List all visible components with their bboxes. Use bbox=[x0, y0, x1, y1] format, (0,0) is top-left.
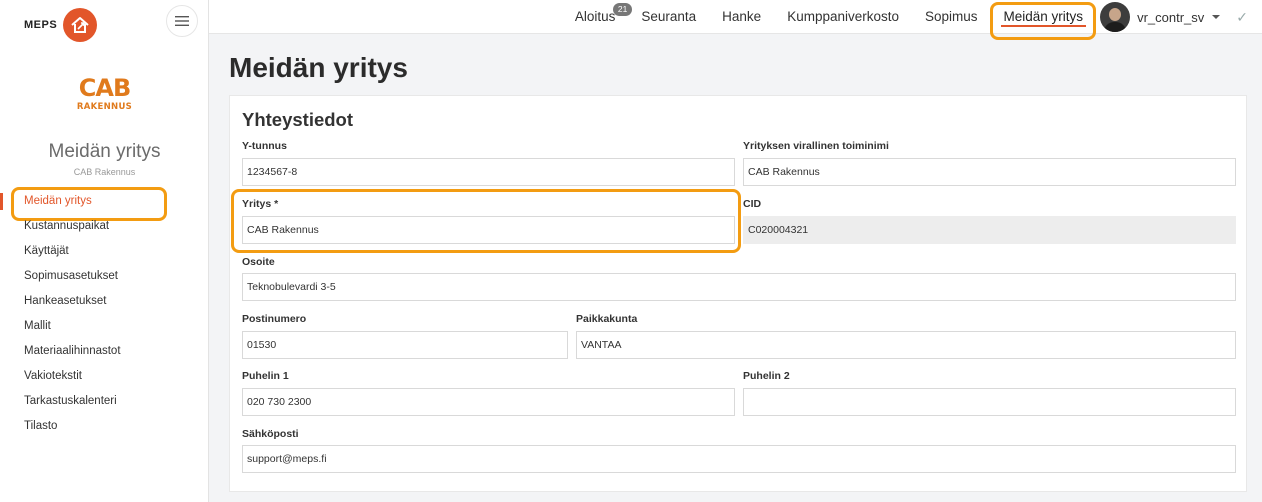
tab-hanke[interactable]: Hanke bbox=[709, 0, 774, 34]
sidebar-item-hankeasetukset[interactable]: Hankeasetukset bbox=[0, 289, 209, 314]
tab-aloitus[interactable]: Aloitus 21 bbox=[562, 0, 633, 34]
sidebar-item-kayttajat[interactable]: Käyttäjät bbox=[0, 239, 209, 264]
official-name-label: Yrityksen virallinen toiminimi bbox=[743, 140, 889, 152]
brand-name: MEPS bbox=[24, 19, 58, 31]
company-input[interactable]: CAB Rakennus bbox=[242, 216, 735, 244]
hamburger-icon bbox=[175, 16, 189, 26]
tab-label: Aloitus bbox=[574, 9, 616, 24]
contact-info-card: Yhteystiedot Y-tunnus 1234567-8 Yritykse… bbox=[229, 95, 1247, 492]
sidebar-item-materiaalihinnastot[interactable]: Materiaalihinnastot bbox=[0, 339, 209, 364]
sidebar-item-meidan-yritys[interactable]: Meidän yritys bbox=[0, 187, 209, 221]
email-label: Sähköposti bbox=[242, 428, 299, 440]
official-name-input[interactable]: CAB Rakennus bbox=[743, 158, 1236, 186]
email-input[interactable]: support@meps.fi bbox=[242, 445, 1236, 473]
phone2-input[interactable] bbox=[743, 388, 1236, 416]
username: vr_contr_sv bbox=[1137, 9, 1205, 25]
menu-toggle-button[interactable] bbox=[166, 5, 198, 37]
company-logo: CAB RAKENNUS bbox=[0, 76, 209, 112]
avatar bbox=[1100, 2, 1131, 32]
section-title: Yhteystiedot bbox=[242, 109, 354, 130]
address-label: Osoite bbox=[242, 256, 275, 268]
sidebar-item-vakiotekstit[interactable]: Vakiotekstit bbox=[0, 364, 209, 389]
city-input[interactable]: VANTAA bbox=[576, 331, 1236, 359]
phone1-input[interactable]: 020 730 2300 bbox=[242, 388, 735, 416]
meps-logo-icon bbox=[63, 8, 98, 42]
sidebar-title: Meidän yritys bbox=[48, 141, 161, 162]
tab-meidan-yritys[interactable]: Meidän yritys bbox=[989, 0, 1097, 40]
company-logo-line2: RAKENNUS bbox=[76, 102, 133, 112]
tab-seuranta[interactable]: Seuranta bbox=[628, 0, 709, 34]
top-bar: Aloitus 21 Seuranta Hanke Kumppaniverkos… bbox=[209, 0, 1262, 40]
phone1-label: Puhelin 1 bbox=[242, 370, 289, 382]
postal-code-label: Postinumero bbox=[242, 313, 307, 325]
check-icon[interactable]: ✓ bbox=[1236, 9, 1248, 26]
sidebar-item-mallit[interactable]: Mallit bbox=[0, 314, 209, 339]
cid-label: CID bbox=[743, 198, 762, 210]
company-label: Yritys * bbox=[242, 198, 279, 210]
y-tunnus-label: Y-tunnus bbox=[242, 140, 287, 152]
y-tunnus-input[interactable]: 1234567-8 bbox=[242, 158, 735, 186]
sidebar: MEPS CAB RAKENNUS Meidän yritys CAB Rake… bbox=[0, 0, 209, 502]
cid-value: C020004321 bbox=[743, 216, 1236, 244]
page-title: Meidän yritys bbox=[229, 52, 408, 83]
brand[interactable]: MEPS bbox=[24, 8, 98, 42]
address-input[interactable]: Teknobulevardi 3-5 bbox=[242, 273, 1236, 301]
sidebar-item-kustannuspaikat[interactable]: Kustannuspaikat bbox=[0, 214, 209, 239]
sidebar-nav: Meidän yritys Kustannuspaikat Käyttäjät … bbox=[0, 187, 209, 439]
top-nav: Aloitus 21 Seuranta Hanke Kumppaniverkos… bbox=[562, 0, 1262, 40]
sidebar-subtitle: CAB Rakennus bbox=[73, 167, 136, 177]
caret-down-icon bbox=[1212, 15, 1221, 19]
user-menu[interactable]: vr_contr_sv ✓ bbox=[1096, 0, 1262, 34]
sidebar-item-tarkastuskalenteri[interactable]: Tarkastuskalenteri bbox=[0, 389, 209, 414]
city-label: Paikkakunta bbox=[576, 313, 638, 325]
sidebar-item-sopimusasetukset[interactable]: Sopimusasetukset bbox=[0, 264, 209, 289]
tab-kumppaniverkosto[interactable]: Kumppaniverkosto bbox=[774, 0, 912, 34]
company-logo-line1: CAB bbox=[78, 74, 131, 102]
tab-label: Meidän yritys bbox=[1003, 9, 1084, 24]
sidebar-item-tilasto[interactable]: Tilasto bbox=[0, 414, 209, 439]
postal-code-input[interactable]: 01530 bbox=[242, 331, 568, 359]
phone2-label: Puhelin 2 bbox=[743, 370, 790, 382]
tab-sopimus[interactable]: Sopimus bbox=[912, 0, 991, 34]
